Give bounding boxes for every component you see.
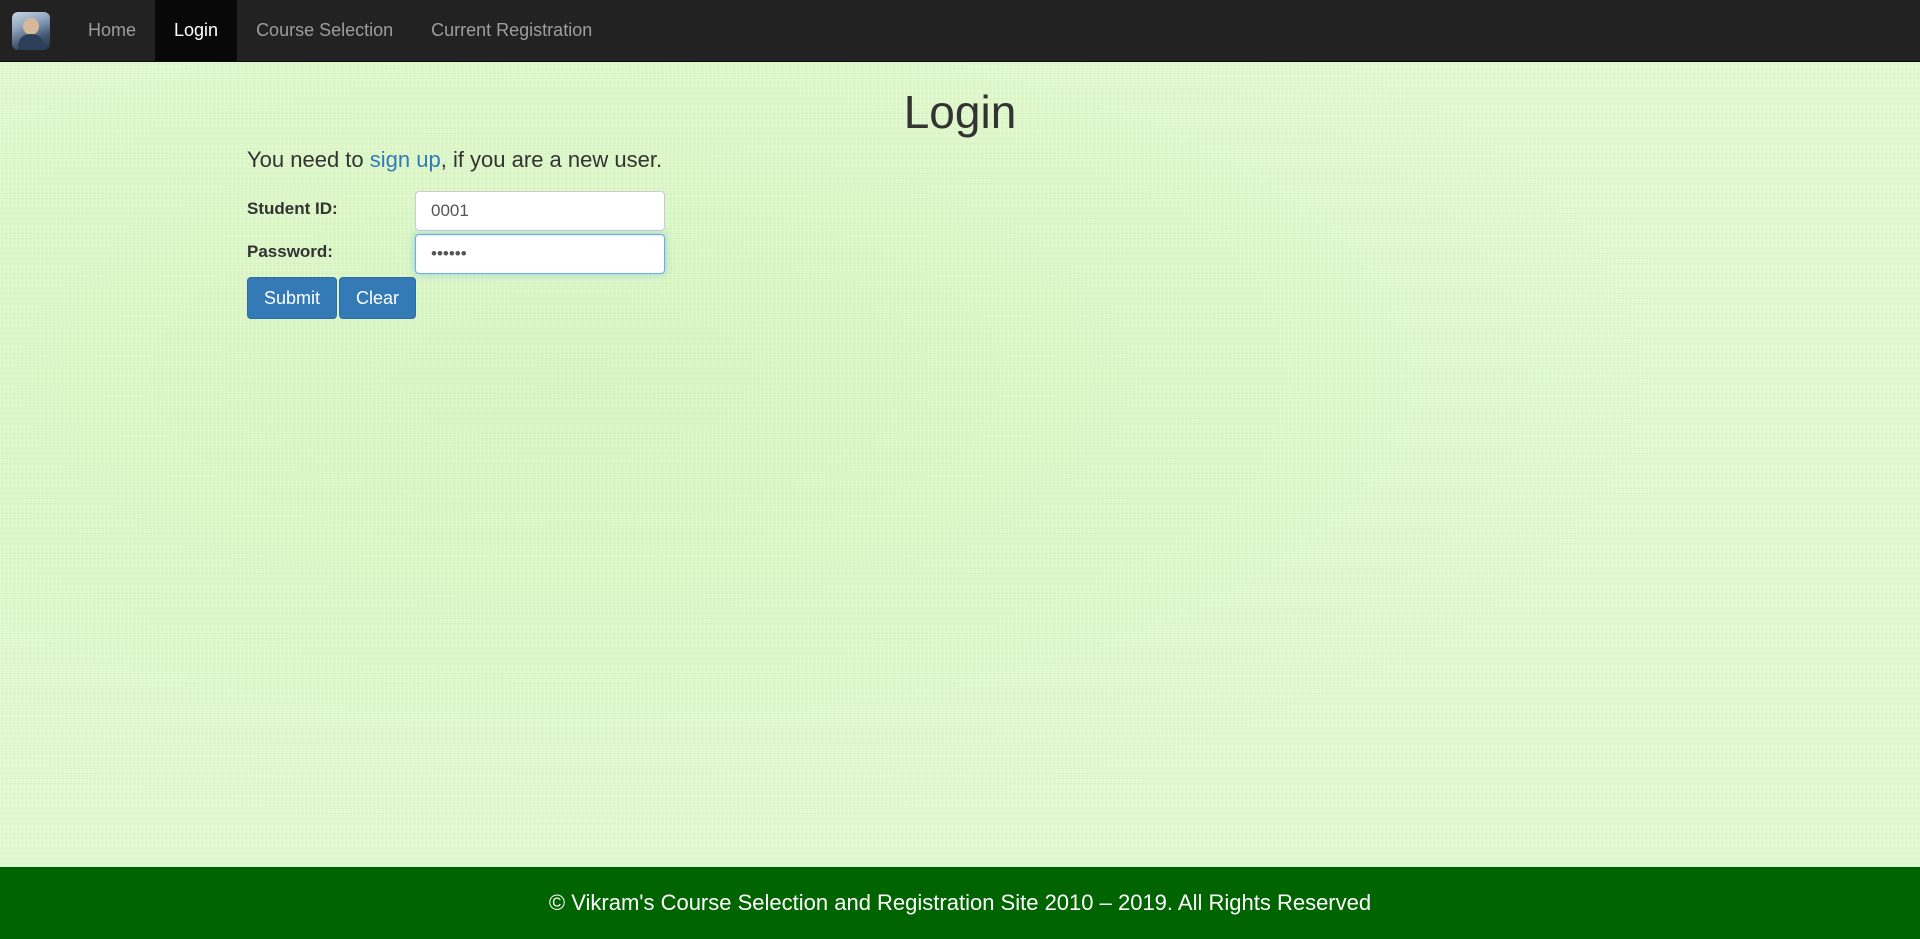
signup-prompt: You need to sign up, if you are a new us…	[247, 145, 662, 175]
password-input[interactable]	[415, 234, 665, 274]
student-id-input[interactable]	[415, 191, 665, 231]
nav-home[interactable]: Home	[69, 0, 155, 61]
submit-button[interactable]: Submit	[247, 277, 338, 319]
nav-course-selection[interactable]: Course Selection	[237, 0, 412, 61]
nav-current-registration[interactable]: Current Registration	[412, 0, 611, 61]
password-label: Password:	[247, 242, 333, 261]
signup-prompt-suffix: , if you are a new user.	[440, 147, 663, 172]
clear-button[interactable]: Clear	[339, 277, 417, 319]
brand-avatar-icon[interactable]	[12, 12, 50, 50]
signup-link[interactable]: sign up	[370, 147, 441, 172]
student-id-label: Student ID:	[247, 199, 338, 218]
signup-prompt-prefix: You need to	[247, 147, 370, 172]
page-title: Login	[903, 86, 1017, 138]
footer: © Vikram's Course Selection and Registra…	[0, 867, 1920, 939]
footer-copyright: © Vikram's Course Selection and Registra…	[548, 890, 1372, 915]
top-navbar: Home Login Course Selection Current Regi…	[0, 0, 1920, 62]
nav-login[interactable]: Login	[155, 0, 238, 61]
